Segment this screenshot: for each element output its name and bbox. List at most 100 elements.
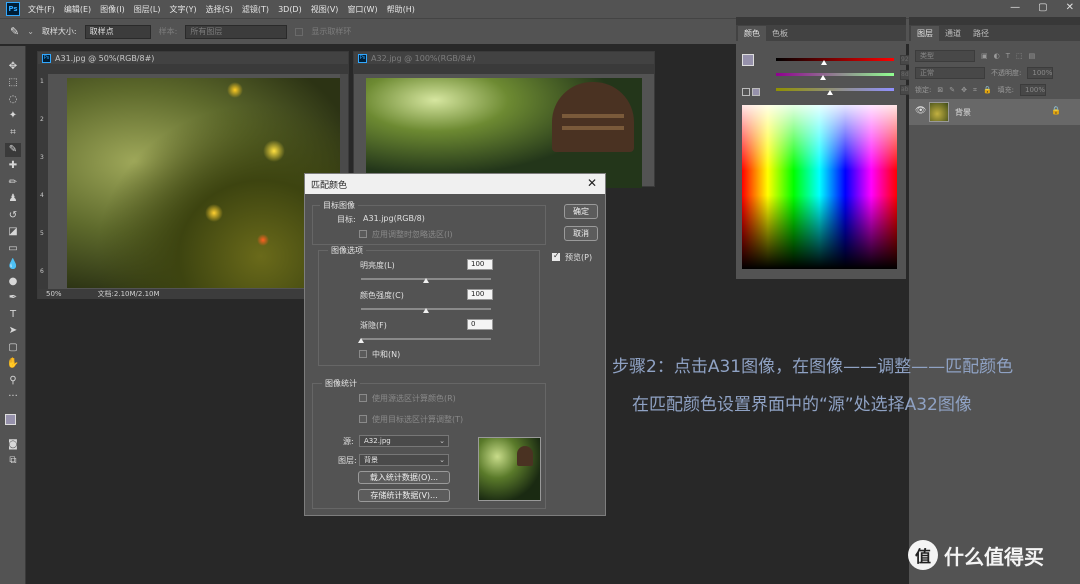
cube-icon[interactable] — [742, 88, 750, 96]
filter-pixel-icon[interactable]: ▣ — [981, 52, 988, 60]
color-spectrum[interactable] — [742, 105, 897, 269]
dodge-tool-icon[interactable]: ● — [5, 275, 21, 289]
screen-mode-icon[interactable]: ⧉ — [5, 454, 21, 468]
document-window-a32[interactable]: Ps A32.jpg @ 100%(RGB/8#) — [353, 51, 655, 188]
show-ring-checkbox[interactable] — [295, 27, 304, 36]
menu-edit[interactable]: 编辑(E) — [64, 4, 91, 15]
document-tab-a31[interactable]: Ps A31.jpg @ 50%(RGB/8#) — [38, 52, 348, 64]
filter-shape-icon[interactable]: ⬚ — [1016, 52, 1023, 60]
brush-tool-icon[interactable]: ✏ — [5, 176, 21, 190]
filter-type-icon[interactable]: T — [1006, 52, 1010, 60]
luminance-field[interactable]: 100 — [467, 259, 493, 270]
eyedropper-tool-icon[interactable]: ✎ — [10, 25, 19, 38]
menu-file[interactable]: 文件(F) — [28, 4, 55, 15]
visibility-eye-icon[interactable]: 👁 — [915, 106, 926, 116]
filter-smart-icon[interactable]: ▤ — [1029, 52, 1036, 60]
menu-type[interactable]: 文字(Y) — [169, 4, 196, 15]
lasso-tool-icon[interactable]: ◌ — [5, 93, 21, 107]
ok-button[interactable]: 确定 — [564, 204, 598, 219]
eyedropper-tool-icon[interactable]: ✎ — [5, 143, 21, 157]
clone-stamp-tool-icon[interactable]: ♟ — [5, 192, 21, 206]
save-statistics-button[interactable]: 存储统计数据(V)... — [358, 489, 450, 502]
neutralize-checkbox[interactable] — [359, 350, 367, 358]
hand-tool-icon[interactable]: ✋ — [5, 357, 21, 371]
tab-paths[interactable]: 路径 — [967, 26, 995, 41]
tab-swatches[interactable]: 色板 — [766, 26, 794, 41]
crop-tool-icon[interactable]: ⌗ — [5, 126, 21, 140]
blend-mode-select[interactable]: 正常 — [915, 67, 985, 79]
layer-row-background[interactable]: 👁 背景 🔒 — [909, 99, 1080, 125]
tab-color[interactable]: 颜色 — [738, 26, 766, 41]
sample-size-select[interactable]: 取样点 — [84, 24, 151, 39]
rectangle-tool-icon[interactable]: ▢ — [5, 341, 21, 355]
gradient-tool-icon[interactable]: ▭ — [5, 242, 21, 256]
zoom-level[interactable]: 50% — [46, 290, 62, 298]
tool-preset-dropdown-icon[interactable]: ⌄ — [27, 27, 34, 36]
lock-artboard-icon[interactable]: ⌗ — [973, 86, 977, 95]
color-intensity-field[interactable]: 100 — [467, 289, 493, 300]
source-select[interactable]: A32.jpg ⌄ — [359, 435, 449, 447]
zoom-tool-icon[interactable]: ⚲ — [5, 374, 21, 388]
menu-3d[interactable]: 3D(D) — [278, 5, 302, 14]
close-button[interactable]: ✕ — [1066, 2, 1074, 13]
ignore-selection-checkbox[interactable] — [359, 230, 367, 238]
green-slider-thumb[interactable] — [820, 75, 826, 80]
sample-select[interactable]: 所有图层 — [185, 24, 288, 39]
healing-brush-tool-icon[interactable]: ✚ — [5, 159, 21, 173]
tab-layers[interactable]: 图层 — [911, 26, 939, 41]
lock-pixels-icon[interactable]: ⊠ — [937, 86, 943, 94]
menu-layer[interactable]: 图层(L) — [134, 4, 161, 15]
layer-select[interactable]: 背景 ⌄ — [359, 454, 449, 466]
layer-kind-filter[interactable]: 类型 — [915, 50, 975, 62]
cancel-button[interactable]: 取消 — [564, 226, 598, 241]
layer-name[interactable]: 背景 — [955, 107, 971, 118]
load-statistics-button[interactable]: 载入统计数据(O)... — [358, 471, 450, 484]
move-tool-icon[interactable]: ✥ — [5, 60, 21, 74]
foreground-color-swatch[interactable] — [5, 414, 16, 425]
menu-window[interactable]: 窗口(W) — [347, 4, 377, 15]
fade-slider[interactable] — [361, 338, 491, 340]
menu-select[interactable]: 选择(S) — [206, 4, 233, 15]
type-tool-icon[interactable]: T — [5, 308, 21, 322]
opacity-field[interactable]: 100% — [1027, 67, 1054, 79]
menu-filter[interactable]: 滤镜(T) — [242, 4, 269, 15]
lock-paint-icon[interactable]: ✎ — [949, 86, 955, 94]
maximize-button[interactable]: ▢ — [1038, 2, 1047, 13]
color-intensity-slider-thumb[interactable] — [423, 308, 429, 313]
menu-help[interactable]: 帮助(H) — [387, 4, 415, 15]
pen-tool-icon[interactable]: ✒ — [5, 291, 21, 305]
quick-mask-icon[interactable]: ◙ — [5, 438, 21, 452]
preview-checkbox[interactable] — [552, 251, 560, 261]
red-slider[interactable] — [776, 58, 894, 61]
menu-view[interactable]: 视图(V) — [311, 4, 339, 15]
marquee-tool-icon[interactable]: ⬚ — [5, 76, 21, 90]
history-brush-tool-icon[interactable]: ↺ — [5, 209, 21, 223]
minimize-button[interactable]: — — [1010, 2, 1020, 13]
websafe-swatch[interactable] — [752, 88, 760, 96]
red-slider-thumb[interactable] — [821, 60, 827, 65]
filter-adjust-icon[interactable]: ◐ — [994, 52, 1000, 60]
fade-slider-thumb[interactable] — [358, 338, 364, 343]
lock-position-icon[interactable]: ✥ — [961, 86, 967, 94]
green-slider[interactable] — [776, 73, 894, 76]
blue-slider[interactable] — [776, 88, 894, 91]
blur-tool-icon[interactable]: 💧 — [5, 258, 21, 272]
document-tab-a32[interactable]: Ps A32.jpg @ 100%(RGB/8#) — [354, 52, 654, 64]
eraser-tool-icon[interactable]: ◪ — [5, 225, 21, 239]
menu-image[interactable]: 图像(I) — [100, 4, 125, 15]
path-selection-tool-icon[interactable]: ➤ — [5, 324, 21, 338]
foreground-color-swatch[interactable] — [742, 54, 754, 66]
fade-field[interactable]: 0 — [467, 319, 493, 330]
dialog-close-icon[interactable]: ✕ — [587, 176, 597, 190]
document-window-a31[interactable]: Ps A31.jpg @ 50%(RGB/8#) 1 2 3 4 5 6 50%… — [37, 51, 349, 299]
tab-channels[interactable]: 通道 — [939, 26, 967, 41]
magic-wand-tool-icon[interactable]: ✦ — [5, 109, 21, 123]
blue-slider-thumb[interactable] — [827, 90, 833, 95]
more-tools-icon[interactable]: ··· — [5, 390, 21, 404]
lock-all-icon[interactable]: 🔒 — [983, 86, 992, 94]
fill-field[interactable]: 100% — [1020, 84, 1047, 96]
canvas-image-a32[interactable] — [366, 78, 642, 188]
luminance-slider-thumb[interactable] — [423, 278, 429, 283]
use-target-selection-checkbox[interactable] — [359, 415, 367, 423]
canvas-image-a31[interactable] — [67, 78, 344, 288]
